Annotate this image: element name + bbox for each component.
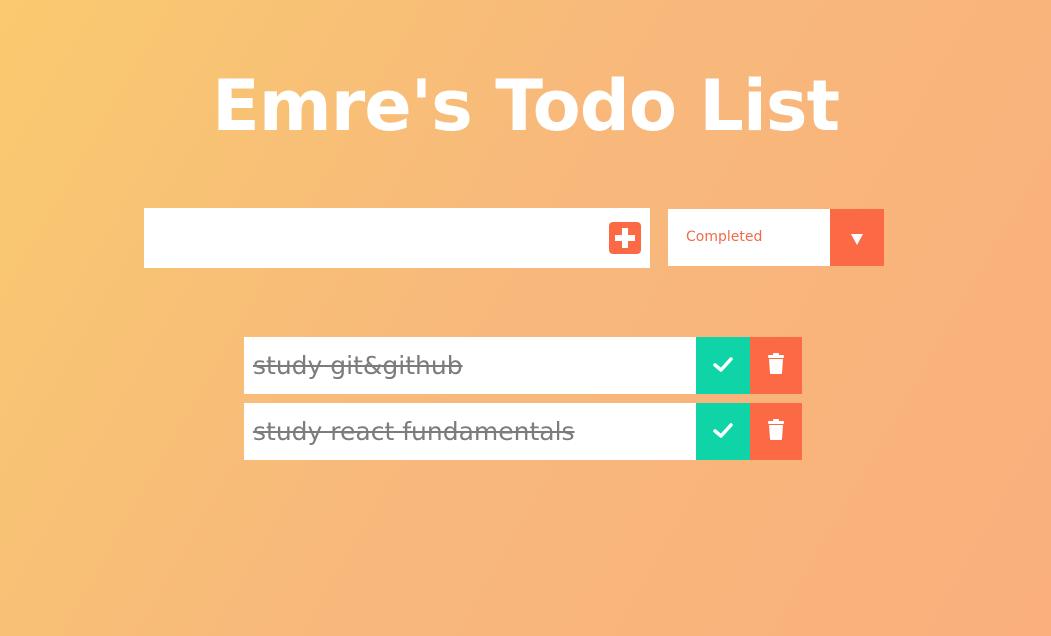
delete-button[interactable] (750, 337, 802, 394)
filter-select[interactable]: Completed (668, 209, 884, 266)
plus-icon (615, 228, 635, 248)
trash-icon (768, 353, 784, 374)
delete-button[interactable] (750, 403, 802, 460)
check-icon (713, 423, 733, 438)
todo-item: study react fundamentals (244, 403, 802, 460)
trash-icon (768, 419, 784, 440)
todo-list: study git&github study react fundamental… (244, 337, 802, 469)
todo-input-container (144, 208, 650, 268)
filter-selected-value: Completed (686, 229, 763, 245)
filter-dropdown-button[interactable] (830, 209, 884, 266)
todo-text: study react fundamentals (253, 417, 575, 446)
page-title: Emre's Todo List (211, 64, 840, 147)
todo-text: study git&github (253, 351, 463, 380)
add-todo-button[interactable] (609, 222, 641, 254)
caret-down-icon (851, 234, 863, 245)
check-icon (713, 357, 733, 372)
complete-button[interactable] (696, 403, 750, 460)
complete-button[interactable] (696, 337, 750, 394)
todo-item: study git&github (244, 337, 802, 394)
todo-input[interactable] (144, 208, 584, 268)
